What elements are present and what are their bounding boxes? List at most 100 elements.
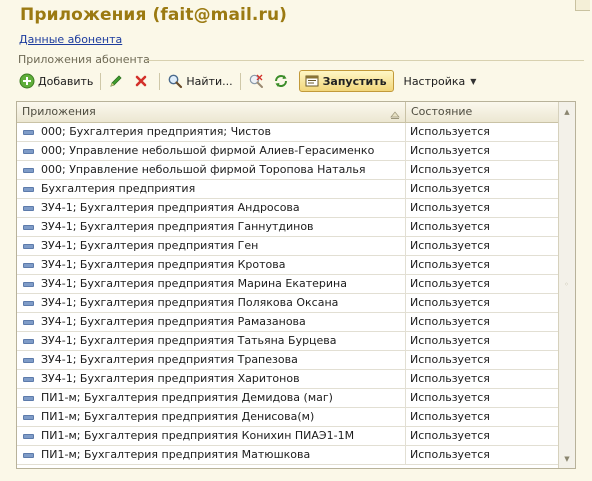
table-row[interactable]: 000; Управление небольшой фирмой Алиев-Г… — [17, 142, 558, 161]
application-name: ЗУ4-1; Бухгалтерия предприятия Трапезова — [41, 353, 298, 366]
refresh-button[interactable] — [270, 70, 295, 92]
row-marker-icon — [23, 338, 34, 344]
table-row[interactable]: ЗУ4-1; Бухгалтерия предприятия Кротова И… — [17, 256, 558, 275]
cell-application: ЗУ4-1; Бухгалтерия предприятия Полякова … — [17, 294, 406, 312]
application-name: ЗУ4-1; Бухгалтерия предприятия Рамазанов… — [41, 315, 306, 328]
application-name: ЗУ4-1; Бухгалтерия предприятия Ген — [41, 239, 259, 252]
triangle-down-icon: ▼ — [470, 76, 477, 86]
magnifier-icon — [167, 73, 183, 89]
application-name: ЗУ4-1; Бухгалтерия предприятия Харитонов — [41, 372, 300, 385]
cell-application: ПИ1-м; Бухгалтерия предприятия Конихин П… — [17, 427, 406, 445]
table-row[interactable]: ПИ1-м; Бухгалтерия предприятия Конихин П… — [17, 427, 558, 446]
column-header-applications[interactable]: Приложения — [17, 102, 406, 122]
cell-status: Используется — [410, 239, 490, 252]
toolbar-separator — [239, 72, 241, 90]
cell-status: Используется — [410, 391, 490, 404]
row-marker-icon — [23, 357, 34, 363]
table-row[interactable]: ЗУ4-1; Бухгалтерия предприятия Марина Ек… — [17, 275, 558, 294]
clear-find-button[interactable] — [245, 70, 270, 92]
application-name: Бухгалтерия предприятия — [41, 182, 196, 195]
delete-button[interactable] — [130, 70, 155, 92]
table-header: Приложения Состояние — [17, 102, 558, 123]
row-marker-icon — [23, 319, 34, 325]
cell-status: Используется — [410, 258, 490, 271]
table-row[interactable]: ПИ1-м; Бухгалтерия предприятия Денисова(… — [17, 408, 558, 427]
column-header-label: Приложения — [22, 105, 96, 118]
applications-window: Приложения (fait@mail.ru) Данные абонент… — [0, 0, 592, 481]
cell-status: Используется — [410, 277, 490, 290]
settings-label: Настройка — [403, 74, 466, 88]
find-button[interactable]: Найти... — [164, 70, 235, 92]
row-marker-icon — [23, 167, 34, 173]
row-marker-icon — [23, 129, 34, 135]
plus-circle-icon — [19, 73, 35, 89]
application-name: ЗУ4-1; Бухгалтерия предприятия Ганнутдин… — [41, 220, 314, 233]
cell-status: Используется — [410, 182, 490, 195]
toolbar-separator — [100, 72, 102, 90]
cell-status: Используется — [410, 296, 490, 309]
table-body: 000; Бухгалтерия предприятия; Чистов Исп… — [17, 123, 558, 465]
table-row[interactable]: ПИ1-м; Бухгалтерия предприятия Демидова … — [17, 389, 558, 408]
cell-status: Используется — [410, 429, 490, 442]
row-marker-icon — [23, 262, 34, 268]
red-cross-icon — [133, 73, 149, 89]
run-label: Запустить — [322, 74, 387, 88]
cell-status: Используется — [410, 201, 490, 214]
cell-status: Используется — [410, 163, 490, 176]
run-button[interactable]: Запустить — [298, 70, 394, 92]
row-marker-icon — [23, 395, 34, 401]
vertical-scrollbar[interactable]: ▲ ◦ ▼ — [558, 102, 575, 468]
cell-application: ЗУ4-1; Бухгалтерия предприятия Кротова — [17, 256, 406, 274]
application-name: ПИ1-м; Бухгалтерия предприятия Денисова(… — [41, 410, 315, 423]
scroll-up-button[interactable]: ▲ — [560, 104, 574, 119]
find-label: Найти... — [186, 74, 233, 88]
table-row[interactable]: ЗУ4-1; Бухгалтерия предприятия Андросова… — [17, 199, 558, 218]
table-row[interactable]: ЗУ4-1; Бухгалтерия предприятия Татьяна Б… — [17, 332, 558, 351]
table-row[interactable]: ЗУ4-1; Бухгалтерия предприятия Харитонов… — [17, 370, 558, 389]
applications-table: Приложения Состояние 000; Бухгалтерия пр… — [16, 101, 576, 469]
cell-status: Используется — [410, 220, 490, 233]
cell-status: Используется — [410, 125, 490, 138]
settings-dropdown[interactable]: Настройка ▼ — [400, 75, 481, 88]
window-corner — [575, 0, 590, 11]
cell-application: ЗУ4-1; Бухгалтерия предприятия Ганнутдин… — [17, 218, 406, 236]
application-name: 000; Бухгалтерия предприятия; Чистов — [41, 125, 271, 138]
cell-application: ЗУ4-1; Бухгалтерия предприятия Трапезова — [17, 351, 406, 369]
cell-application: 000; Управление небольшой фирмой Торопов… — [17, 161, 406, 179]
table-row[interactable]: 000; Управление небольшой фирмой Торопов… — [17, 161, 558, 180]
cell-application: ЗУ4-1; Бухгалтерия предприятия Рамазанов… — [17, 313, 406, 331]
table-row[interactable]: ПИ1-м; Бухгалтерия предприятия Матюшкова… — [17, 446, 558, 465]
row-marker-icon — [23, 186, 34, 192]
subscriber-data-link[interactable]: Данные абонента — [19, 33, 122, 46]
application-name: ПИ1-м; Бухгалтерия предприятия Матюшкова — [41, 448, 311, 461]
table-row[interactable]: ЗУ4-1; Бухгалтерия предприятия Ганнутдин… — [17, 218, 558, 237]
cell-application: Бухгалтерия предприятия — [17, 180, 406, 198]
add-label: Добавить — [38, 74, 94, 88]
toolbar-separator — [159, 72, 161, 90]
table-row[interactable]: ЗУ4-1; Бухгалтерия предприятия Полякова … — [17, 294, 558, 313]
application-name: ЗУ4-1; Бухгалтерия предприятия Татьяна Б… — [41, 334, 337, 347]
toolbar: Добавить Найти... Запустить Настройка ▼ — [16, 68, 578, 94]
scroll-down-button[interactable]: ▼ — [560, 451, 574, 466]
cell-application: ЗУ4-1; Бухгалтерия предприятия Татьяна Б… — [17, 332, 406, 350]
table-row[interactable]: ЗУ4-1; Бухгалтерия предприятия Рамазанов… — [17, 313, 558, 332]
cell-status: Используется — [410, 315, 490, 328]
application-name: 000; Управление небольшой фирмой Торопов… — [41, 163, 366, 176]
add-button[interactable]: Добавить — [16, 70, 96, 92]
table-row[interactable]: 000; Бухгалтерия предприятия; Чистов Исп… — [17, 123, 558, 142]
edit-button[interactable] — [105, 70, 130, 92]
table-row[interactable]: ЗУ4-1; Бухгалтерия предприятия Ген Испол… — [17, 237, 558, 256]
table-row[interactable]: Бухгалтерия предприятия Используется — [17, 180, 558, 199]
row-marker-icon — [23, 433, 34, 439]
column-header-status[interactable]: Состояние — [406, 102, 558, 122]
cell-status: Используется — [410, 448, 490, 461]
group-caption: Приложения абонента — [18, 53, 150, 66]
scroll-thumb[interactable]: ◦ — [561, 278, 572, 292]
group-divider — [146, 60, 584, 61]
table-row[interactable]: ЗУ4-1; Бухгалтерия предприятия Трапезова… — [17, 351, 558, 370]
row-marker-icon — [23, 376, 34, 382]
refresh-arrows-icon — [273, 73, 289, 89]
row-marker-icon — [23, 414, 34, 420]
footer-cutoff — [18, 470, 318, 481]
cell-application: ЗУ4-1; Бухгалтерия предприятия Марина Ек… — [17, 275, 406, 293]
